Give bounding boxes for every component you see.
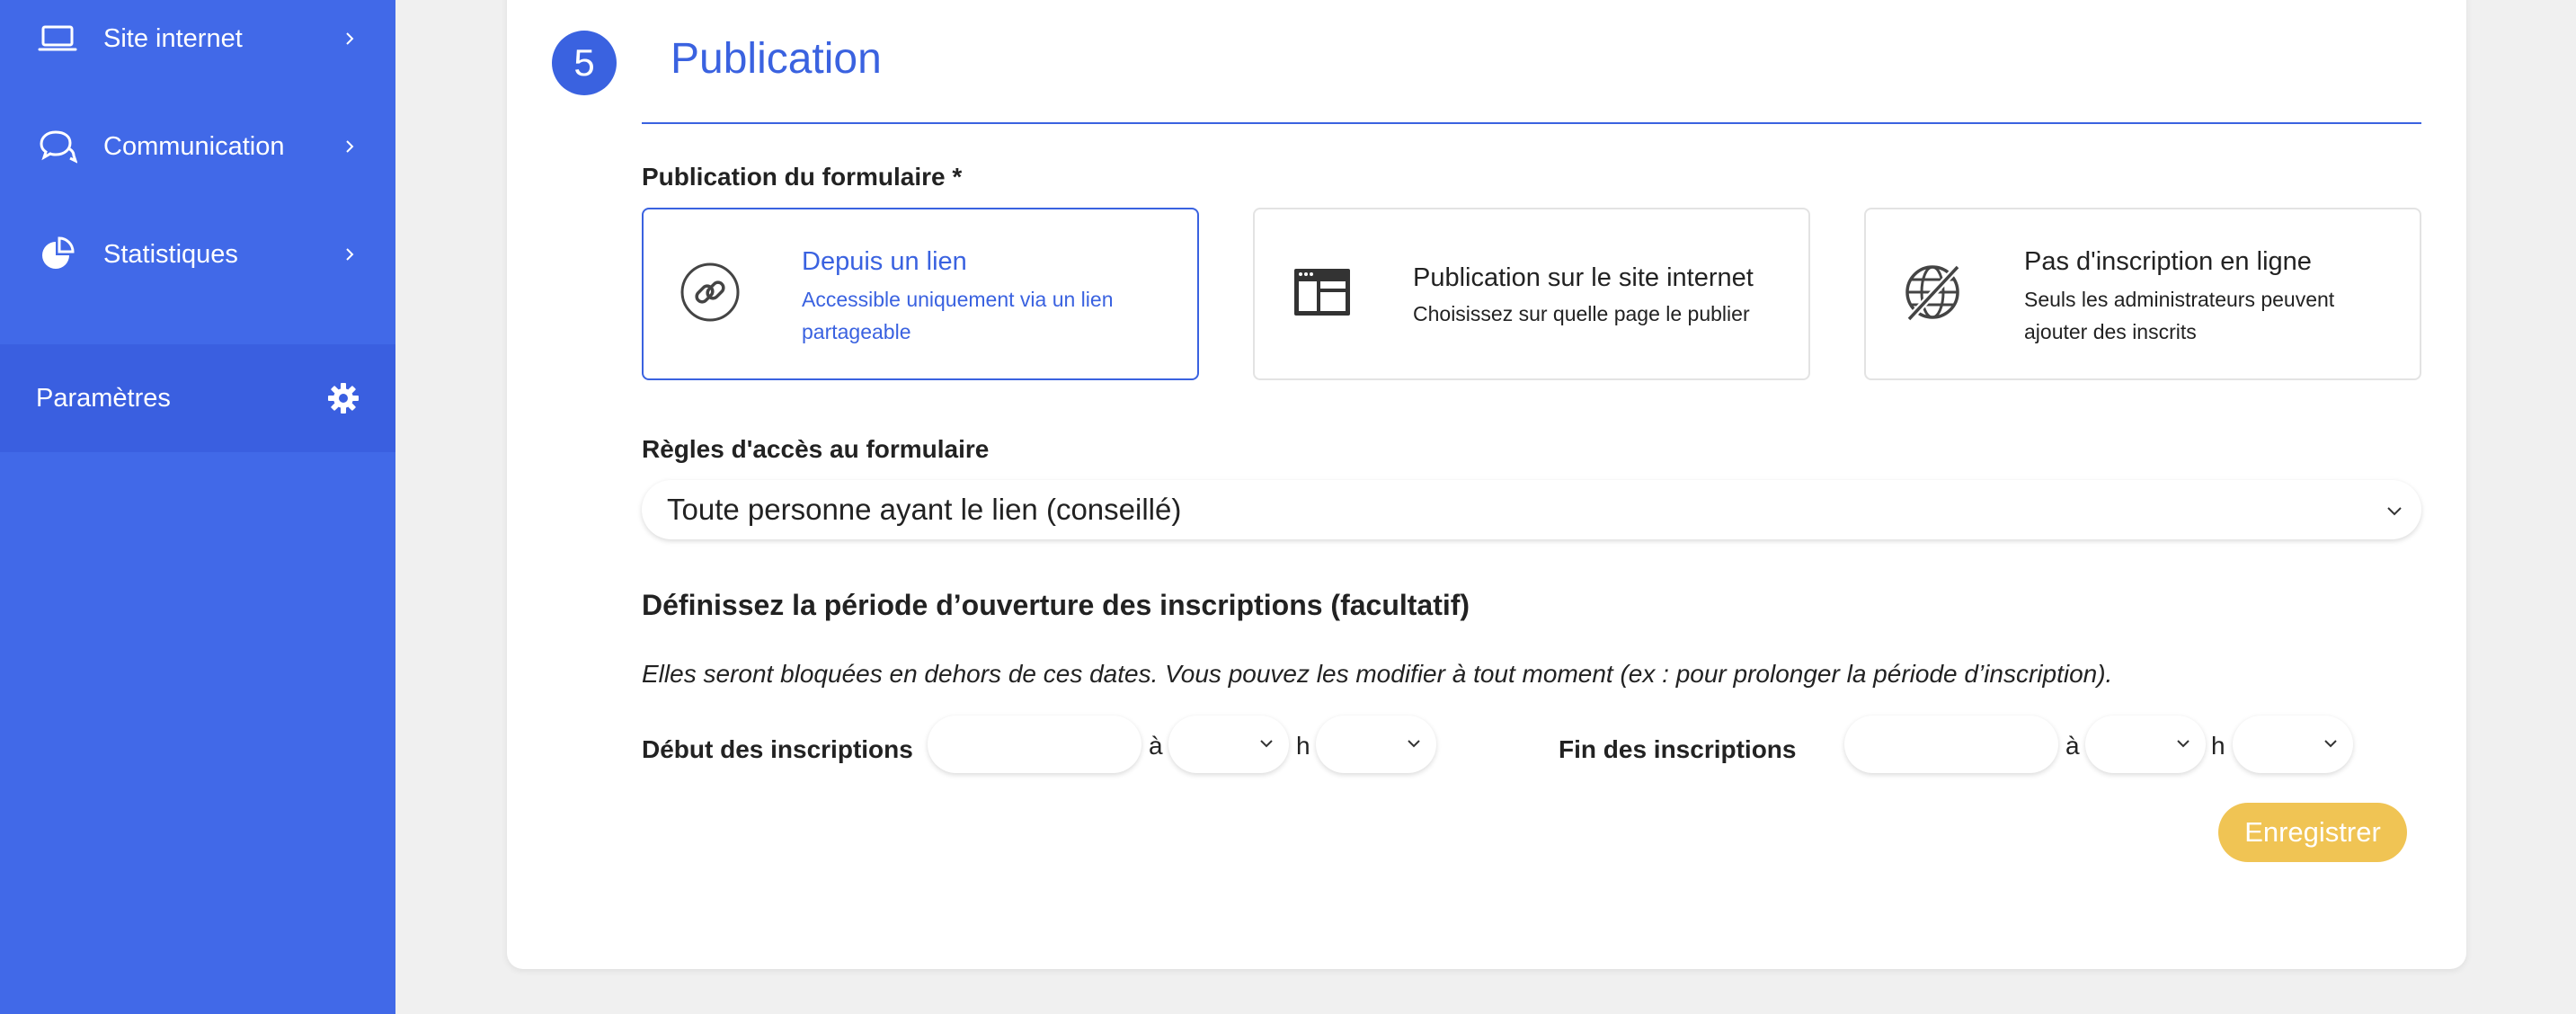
end-at-label: à xyxy=(2065,732,2080,760)
start-minute-select[interactable] xyxy=(1316,716,1436,773)
access-rules-select[interactable]: Toute personne ayant le lien (conseillé) xyxy=(642,480,2421,539)
start-hour-select[interactable] xyxy=(1168,716,1289,773)
start-hour-label: h xyxy=(1296,732,1310,760)
laptop-icon xyxy=(38,25,77,51)
option-depuis-un-lien[interactable]: Depuis un lien Accessible uniquement via… xyxy=(642,208,1199,380)
chevron-down-icon xyxy=(2177,740,2190,748)
sidebar-item-label: Communication xyxy=(103,131,285,161)
option-subtitle: Accessible uniquement via un lien partag… xyxy=(802,288,1114,343)
start-date-input[interactable] xyxy=(928,716,1141,773)
sidebar-item-label: Statistiques xyxy=(103,239,238,269)
sidebar-item-communication[interactable]: Communication xyxy=(0,93,395,200)
start-at-label: à xyxy=(1149,732,1163,760)
start-label: Début des inscriptions xyxy=(642,735,913,763)
chevron-down-icon xyxy=(1260,740,1273,748)
chevron-down-icon xyxy=(1408,740,1420,748)
chevron-down-icon xyxy=(2324,740,2337,748)
link-icon xyxy=(680,262,740,322)
option-subtitle: Seuls les administrateurs peuvent ajoute… xyxy=(2024,288,2335,343)
option-subtitle: Choisissez sur quelle page le publier xyxy=(1413,302,1750,325)
sidebar-item-site-internet[interactable]: Site internet xyxy=(0,0,395,93)
end-hour-select[interactable] xyxy=(2085,716,2206,773)
pie-chart-icon xyxy=(42,236,75,269)
end-label: Fin des inscriptions xyxy=(1559,735,1797,763)
chevron-right-icon xyxy=(346,248,354,261)
save-button[interactable]: Enregistrer xyxy=(2218,803,2407,862)
access-rules-value: Toute personne ayant le lien (conseillé) xyxy=(667,493,1182,526)
gear-icon xyxy=(328,383,359,414)
period-heading: Définissez la période d’ouverture des in… xyxy=(642,589,1470,621)
sidebar-item-parametres[interactable]: Paramètres xyxy=(0,344,395,452)
step-number-badge: 5 xyxy=(552,31,617,95)
webpage-layout-icon xyxy=(1294,269,1350,316)
title-divider xyxy=(642,122,2421,124)
option-title: Publication sur le site internet xyxy=(1413,263,1754,292)
end-date-input[interactable] xyxy=(1844,716,2058,773)
access-rules-label: Règles d'accès au formulaire xyxy=(642,435,990,463)
period-note: Elles seront bloquées en dehors de ces d… xyxy=(642,660,2113,688)
chevron-right-icon xyxy=(346,32,354,45)
sidebar-item-label: Site internet xyxy=(103,23,243,53)
end-minute-select[interactable] xyxy=(2233,716,2353,773)
end-hour-label: h xyxy=(2211,732,2225,760)
option-title: Pas d'inscription en ligne xyxy=(2024,247,2312,276)
option-site-internet[interactable]: Publication sur le site internet Choisis… xyxy=(1253,208,1810,380)
sidebar-item-statistiques[interactable]: Statistiques xyxy=(0,200,395,308)
option-pas-inscription[interactable]: Pas d'inscription en ligne Seuls les adm… xyxy=(1864,208,2421,380)
chat-bubbles-icon xyxy=(40,130,77,164)
globe-crossed-icon xyxy=(1905,264,1960,322)
sidebar: Site internet Communication Statistiques… xyxy=(0,0,395,1014)
sidebar-item-label: Paramètres xyxy=(36,383,171,413)
section-title: Publication xyxy=(671,35,882,83)
chevron-down-icon xyxy=(2387,507,2402,516)
option-title: Depuis un lien xyxy=(802,247,967,276)
chevron-right-icon xyxy=(346,140,354,153)
publication-label: Publication du formulaire * xyxy=(642,163,963,191)
